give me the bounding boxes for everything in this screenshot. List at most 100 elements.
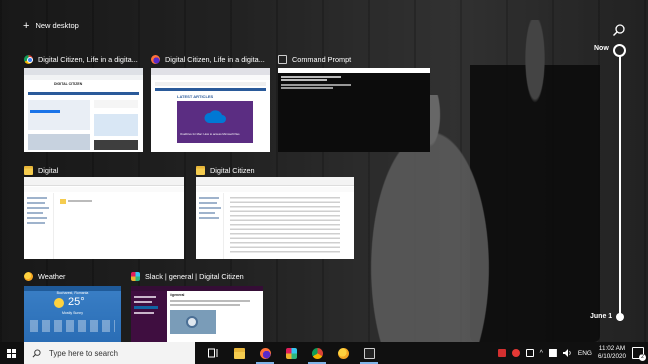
- new-desktop-label: New desktop: [35, 21, 79, 30]
- explorer-addressbar: [196, 187, 354, 192]
- window-thumbnail[interactable]: [24, 177, 184, 259]
- timeline-date-marker[interactable]: [616, 313, 624, 321]
- console-line: [281, 76, 341, 78]
- window-title-text: Digital Citizen, Life in a digita...: [38, 54, 138, 64]
- onedrive-article-image: OneDrive for Mac: How to access Microsof…: [177, 101, 253, 143]
- taskbar-slack[interactable]: [278, 342, 304, 364]
- explorer-addressbar: [24, 187, 184, 192]
- taskbar-command-prompt[interactable]: [356, 342, 382, 364]
- window-title: Digital Citizen: [196, 164, 356, 176]
- weather-icon: [24, 271, 33, 281]
- sidebar-block: [94, 100, 138, 108]
- chrome-icon: [311, 347, 323, 359]
- chevron-up-icon[interactable]: ^: [540, 350, 543, 357]
- tray-app-icon[interactable]: [525, 349, 534, 357]
- message-line: [170, 304, 240, 306]
- site-nav-bar: [28, 92, 139, 95]
- file-row: [68, 200, 92, 202]
- article-image: [28, 134, 90, 150]
- console-line: [281, 87, 333, 89]
- window-thumbnail[interactable]: DIGITAL CITIZEN: [24, 68, 143, 152]
- command-prompt-icon: [278, 54, 287, 64]
- volume-icon[interactable]: [562, 349, 572, 357]
- article-block: [28, 100, 90, 130]
- window-thumbnail[interactable]: LATEST ARTICLES OneDrive for Mac: How to…: [151, 68, 270, 152]
- folder-icon: [233, 347, 245, 359]
- window-title-text: Digital Citizen: [210, 165, 255, 175]
- window-title-text: Weather: [38, 271, 66, 281]
- window-card-slack[interactable]: Slack | general | Digital Citizen #gener…: [131, 270, 266, 342]
- start-button[interactable]: [0, 342, 22, 364]
- task-view-button[interactable]: [200, 342, 226, 364]
- explorer-ribbon: [196, 177, 354, 186]
- app-tray-icon[interactable]: [511, 349, 520, 357]
- slack-sidebar: [131, 291, 167, 342]
- search-icon: [32, 348, 41, 357]
- console-line: [281, 84, 351, 86]
- window-title: Slack | general | Digital Citizen: [131, 270, 266, 282]
- window-title: Digital Citizen, Life in a digita...: [151, 53, 272, 65]
- onedrive-caption: OneDrive for Mac: How to access Microsof…: [180, 132, 240, 136]
- browser-tabbar: [151, 68, 270, 75]
- window-title-text: Digital Citizen, Life in a digita...: [165, 54, 265, 64]
- clock-date: 6/10/2020: [597, 353, 626, 360]
- taskbar-chrome[interactable]: [304, 342, 330, 364]
- weather-icon: [337, 347, 349, 359]
- notification-count: 2: [639, 354, 646, 361]
- window-thumbnail[interactable]: Bucharest, Romania 25° Mostly Sunny: [24, 286, 121, 342]
- taskbar-weather[interactable]: [330, 342, 356, 364]
- window-thumbnail[interactable]: #general: [131, 286, 263, 342]
- sidebar-image: [94, 114, 138, 136]
- message-image: [170, 310, 216, 334]
- explorer-ribbon: [24, 177, 184, 186]
- action-center-button[interactable]: 2: [632, 347, 646, 361]
- folder-item-icon: [60, 199, 66, 204]
- search-icon[interactable]: [612, 23, 626, 37]
- forecast-strip: [30, 320, 115, 332]
- site-logo-text: DIGITAL CITIZEN: [54, 82, 83, 86]
- firefox-icon: [259, 347, 271, 359]
- folder-icon: [196, 165, 205, 175]
- browser-tabbar: [24, 68, 143, 75]
- window-title: Weather: [24, 270, 122, 282]
- task-view-icon: [207, 348, 217, 358]
- timeline-now-handle[interactable]: [613, 44, 626, 57]
- window-card-command-prompt[interactable]: Command Prompt: [278, 53, 430, 153]
- window-title: Command Prompt: [278, 53, 430, 65]
- timeline-scrollbar[interactable]: [619, 56, 621, 321]
- window-card-weather[interactable]: Weather Bucharest, Romania 25° Mostly Su…: [24, 270, 122, 342]
- window-card-explorer-digital-citizen[interactable]: Digital Citizen: [196, 164, 356, 261]
- explorer-navpane: [24, 193, 54, 259]
- console-line: [281, 79, 327, 81]
- weather-city: Bucharest, Romania: [56, 291, 89, 295]
- window-card-firefox[interactable]: Digital Citizen, Life in a digita... LAT…: [151, 53, 272, 153]
- site-header: [155, 82, 266, 86]
- explorer-navpane: [196, 193, 224, 259]
- network-icon[interactable]: [548, 349, 557, 357]
- file-list: [230, 197, 340, 255]
- sun-icon: [54, 298, 64, 308]
- taskbar-pinned-apps: [200, 342, 382, 364]
- window-card-chrome[interactable]: Digital Citizen, Life in a digita... DIG…: [24, 53, 145, 153]
- taskbar-file-explorer[interactable]: [226, 342, 252, 364]
- language-indicator[interactable]: ENG: [578, 350, 592, 357]
- search-placeholder: Type here to search: [49, 348, 118, 358]
- window-title-text: Digital: [38, 165, 59, 175]
- command-prompt-icon: [363, 347, 375, 359]
- browser-addressbar: [24, 75, 143, 80]
- app-tray-icon[interactable]: [497, 349, 506, 357]
- slack-channel-name: #general: [170, 293, 185, 297]
- message-line: [170, 300, 250, 302]
- taskbar-clock[interactable]: 11:02 AM 6/10/2020: [598, 345, 626, 361]
- windows-logo-icon: [6, 348, 16, 358]
- latest-articles-heading: LATEST ARTICLES: [177, 94, 214, 99]
- slack-icon: [131, 271, 140, 281]
- window-card-explorer-digital[interactable]: Digital: [24, 164, 186, 261]
- taskbar-firefox[interactable]: [252, 342, 278, 364]
- window-thumbnail[interactable]: [278, 68, 430, 152]
- window-thumbnail[interactable]: [196, 177, 354, 259]
- taskbar-search-box[interactable]: Type here to search: [24, 342, 195, 364]
- new-desktop-button[interactable]: + New desktop: [23, 20, 79, 31]
- slack-icon: [285, 347, 297, 359]
- timeline-now-label: Now: [594, 45, 609, 52]
